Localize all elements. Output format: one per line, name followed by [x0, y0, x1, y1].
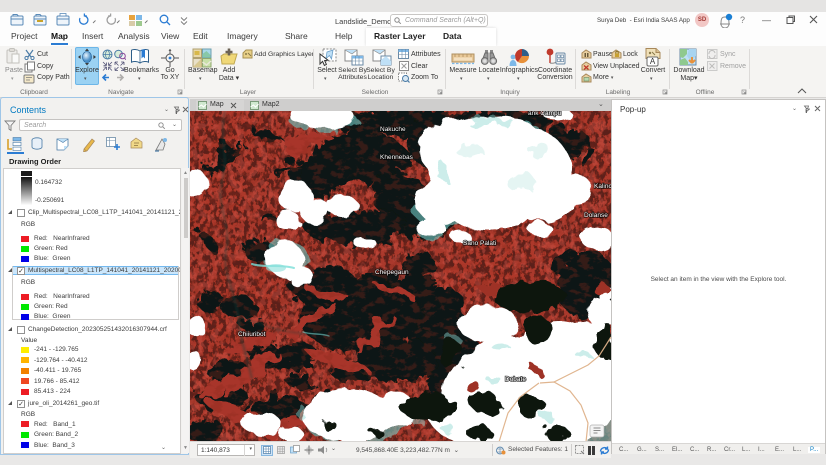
svg-text:Kalinch: Kalinch — [594, 183, 611, 190]
svg-text:Dolanse: Dolanse — [584, 212, 608, 219]
svg-text:Dobate: Dobate — [505, 376, 526, 383]
svg-text:ank Campu: ank Campu — [528, 111, 562, 117]
svg-text:A: A — [650, 57, 656, 66]
svg-text:Nakuche: Nakuche — [380, 126, 406, 133]
svg-text:Chiiuribot: Chiiuribot — [238, 331, 266, 338]
svg-text:Sano Palati: Sano Palati — [463, 240, 496, 247]
svg-text:Chepegaun: Chepegaun — [375, 269, 409, 276]
svg-text:Khennebas: Khennebas — [380, 154, 414, 161]
